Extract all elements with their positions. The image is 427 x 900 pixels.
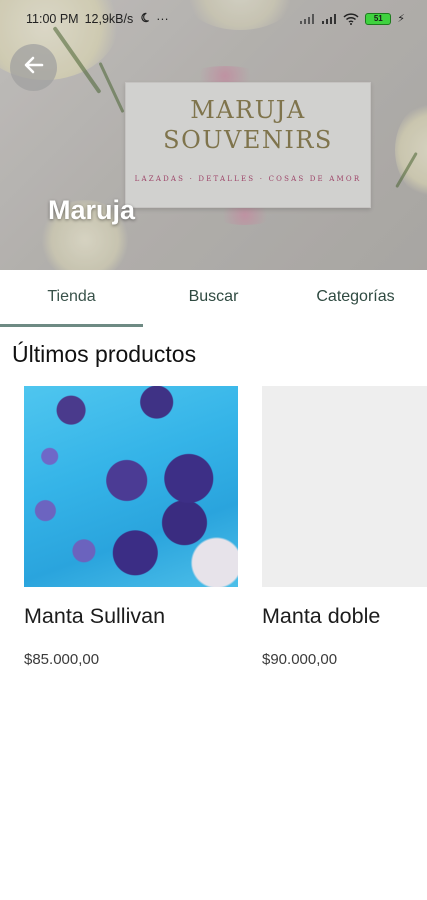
tab-bar: Tienda Buscar Categorías xyxy=(0,270,427,328)
tab-buscar[interactable]: Buscar xyxy=(143,270,284,324)
product-name: Manta doble xyxy=(262,604,381,628)
signal-icon xyxy=(321,13,337,25)
moon-icon xyxy=(139,12,150,26)
arrow-left-icon xyxy=(23,54,45,81)
tab-tienda[interactable]: Tienda xyxy=(0,270,143,324)
shop-header-banner: MARUJA SOUVENIRS LAZADAS · DETALLES · CO… xyxy=(0,0,427,270)
product-name: Manta Sullivan xyxy=(24,604,166,628)
bolt-icon: ⚡ xyxy=(397,13,405,25)
status-bar: 11:00 PM 12,9kB/s ··· 51 ⚡ xyxy=(0,0,427,40)
banner-overlay xyxy=(0,0,427,270)
section-title: Últimos productos xyxy=(12,341,197,367)
battery-icon: 51 xyxy=(365,12,392,25)
product-card[interactable]: Manta Sullivan $85.000,00 xyxy=(24,386,238,668)
product-image[interactable] xyxy=(24,386,238,587)
tab-categorias[interactable]: Categorías xyxy=(284,270,427,324)
active-tab-indicator xyxy=(0,324,143,327)
product-image[interactable] xyxy=(262,386,427,587)
back-button[interactable] xyxy=(10,44,57,91)
network-speed: 12,9kB/s xyxy=(84,12,134,26)
status-left: 11:00 PM 12,9kB/s ··· xyxy=(26,12,169,26)
product-price: $85.000,00 xyxy=(24,651,100,668)
signal-icon xyxy=(299,13,315,25)
status-right: 51 ⚡ xyxy=(299,12,405,25)
more-icon: ··· xyxy=(156,12,169,26)
clock: 11:00 PM xyxy=(26,12,79,26)
shop-name: Maruja xyxy=(48,195,136,225)
wifi-icon xyxy=(343,12,359,25)
product-card[interactable]: Manta doble $90.000,00 xyxy=(262,386,427,668)
product-price: $90.000,00 xyxy=(262,651,338,668)
